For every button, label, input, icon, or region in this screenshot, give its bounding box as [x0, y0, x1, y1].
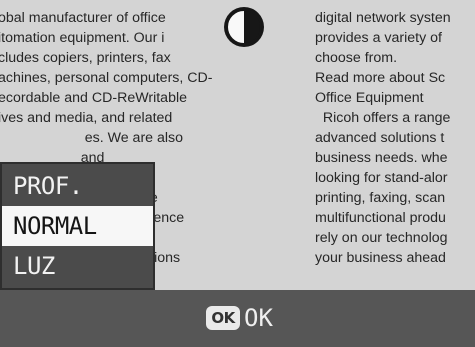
contrast-icon	[221, 4, 267, 50]
document-right-column: digital network systen provides a variet…	[315, 8, 475, 268]
document-line: your business ahead	[315, 250, 446, 266]
menu-item-normal[interactable]: NORMAL	[2, 206, 153, 246]
ok-label: OK	[244, 304, 273, 332]
ok-badge-icon: OK	[206, 306, 240, 330]
document-line: Ricoh offers a range	[315, 110, 451, 126]
document-line: advanced solutions t	[315, 130, 445, 146]
document-line: digital network systen	[315, 10, 451, 26]
menu-item-luz[interactable]: LUZ	[2, 246, 153, 286]
document-line: achines, personal computers, CD-	[0, 70, 213, 86]
document-line: Read more about Sc	[315, 70, 446, 86]
document-line: Office Equipment	[315, 90, 424, 106]
document-line: provides a variety of	[315, 30, 442, 46]
document-line: business needs. whe	[315, 150, 448, 166]
document-line: cludes copiers, printers, fax	[0, 50, 171, 66]
document-line: es. We are also	[0, 130, 184, 146]
ok-button[interactable]: OK OK	[206, 301, 273, 335]
document-line: ecordable and CD-ReWritable	[0, 90, 187, 106]
document-line: multifunctional produ	[315, 210, 446, 226]
document-line: looking for stand-alor	[315, 170, 448, 186]
menu-item-prof[interactable]: PROF.	[2, 166, 153, 206]
bottom-bar: OK OK	[0, 290, 475, 347]
document-line: printing, faxing, scan	[315, 190, 446, 206]
contrast-menu: PROF. NORMAL LUZ	[0, 162, 155, 290]
document-line: choose from.	[315, 50, 398, 66]
document-line: rely on our technolog	[315, 230, 448, 246]
document-line: ives and media, and related	[0, 110, 173, 126]
